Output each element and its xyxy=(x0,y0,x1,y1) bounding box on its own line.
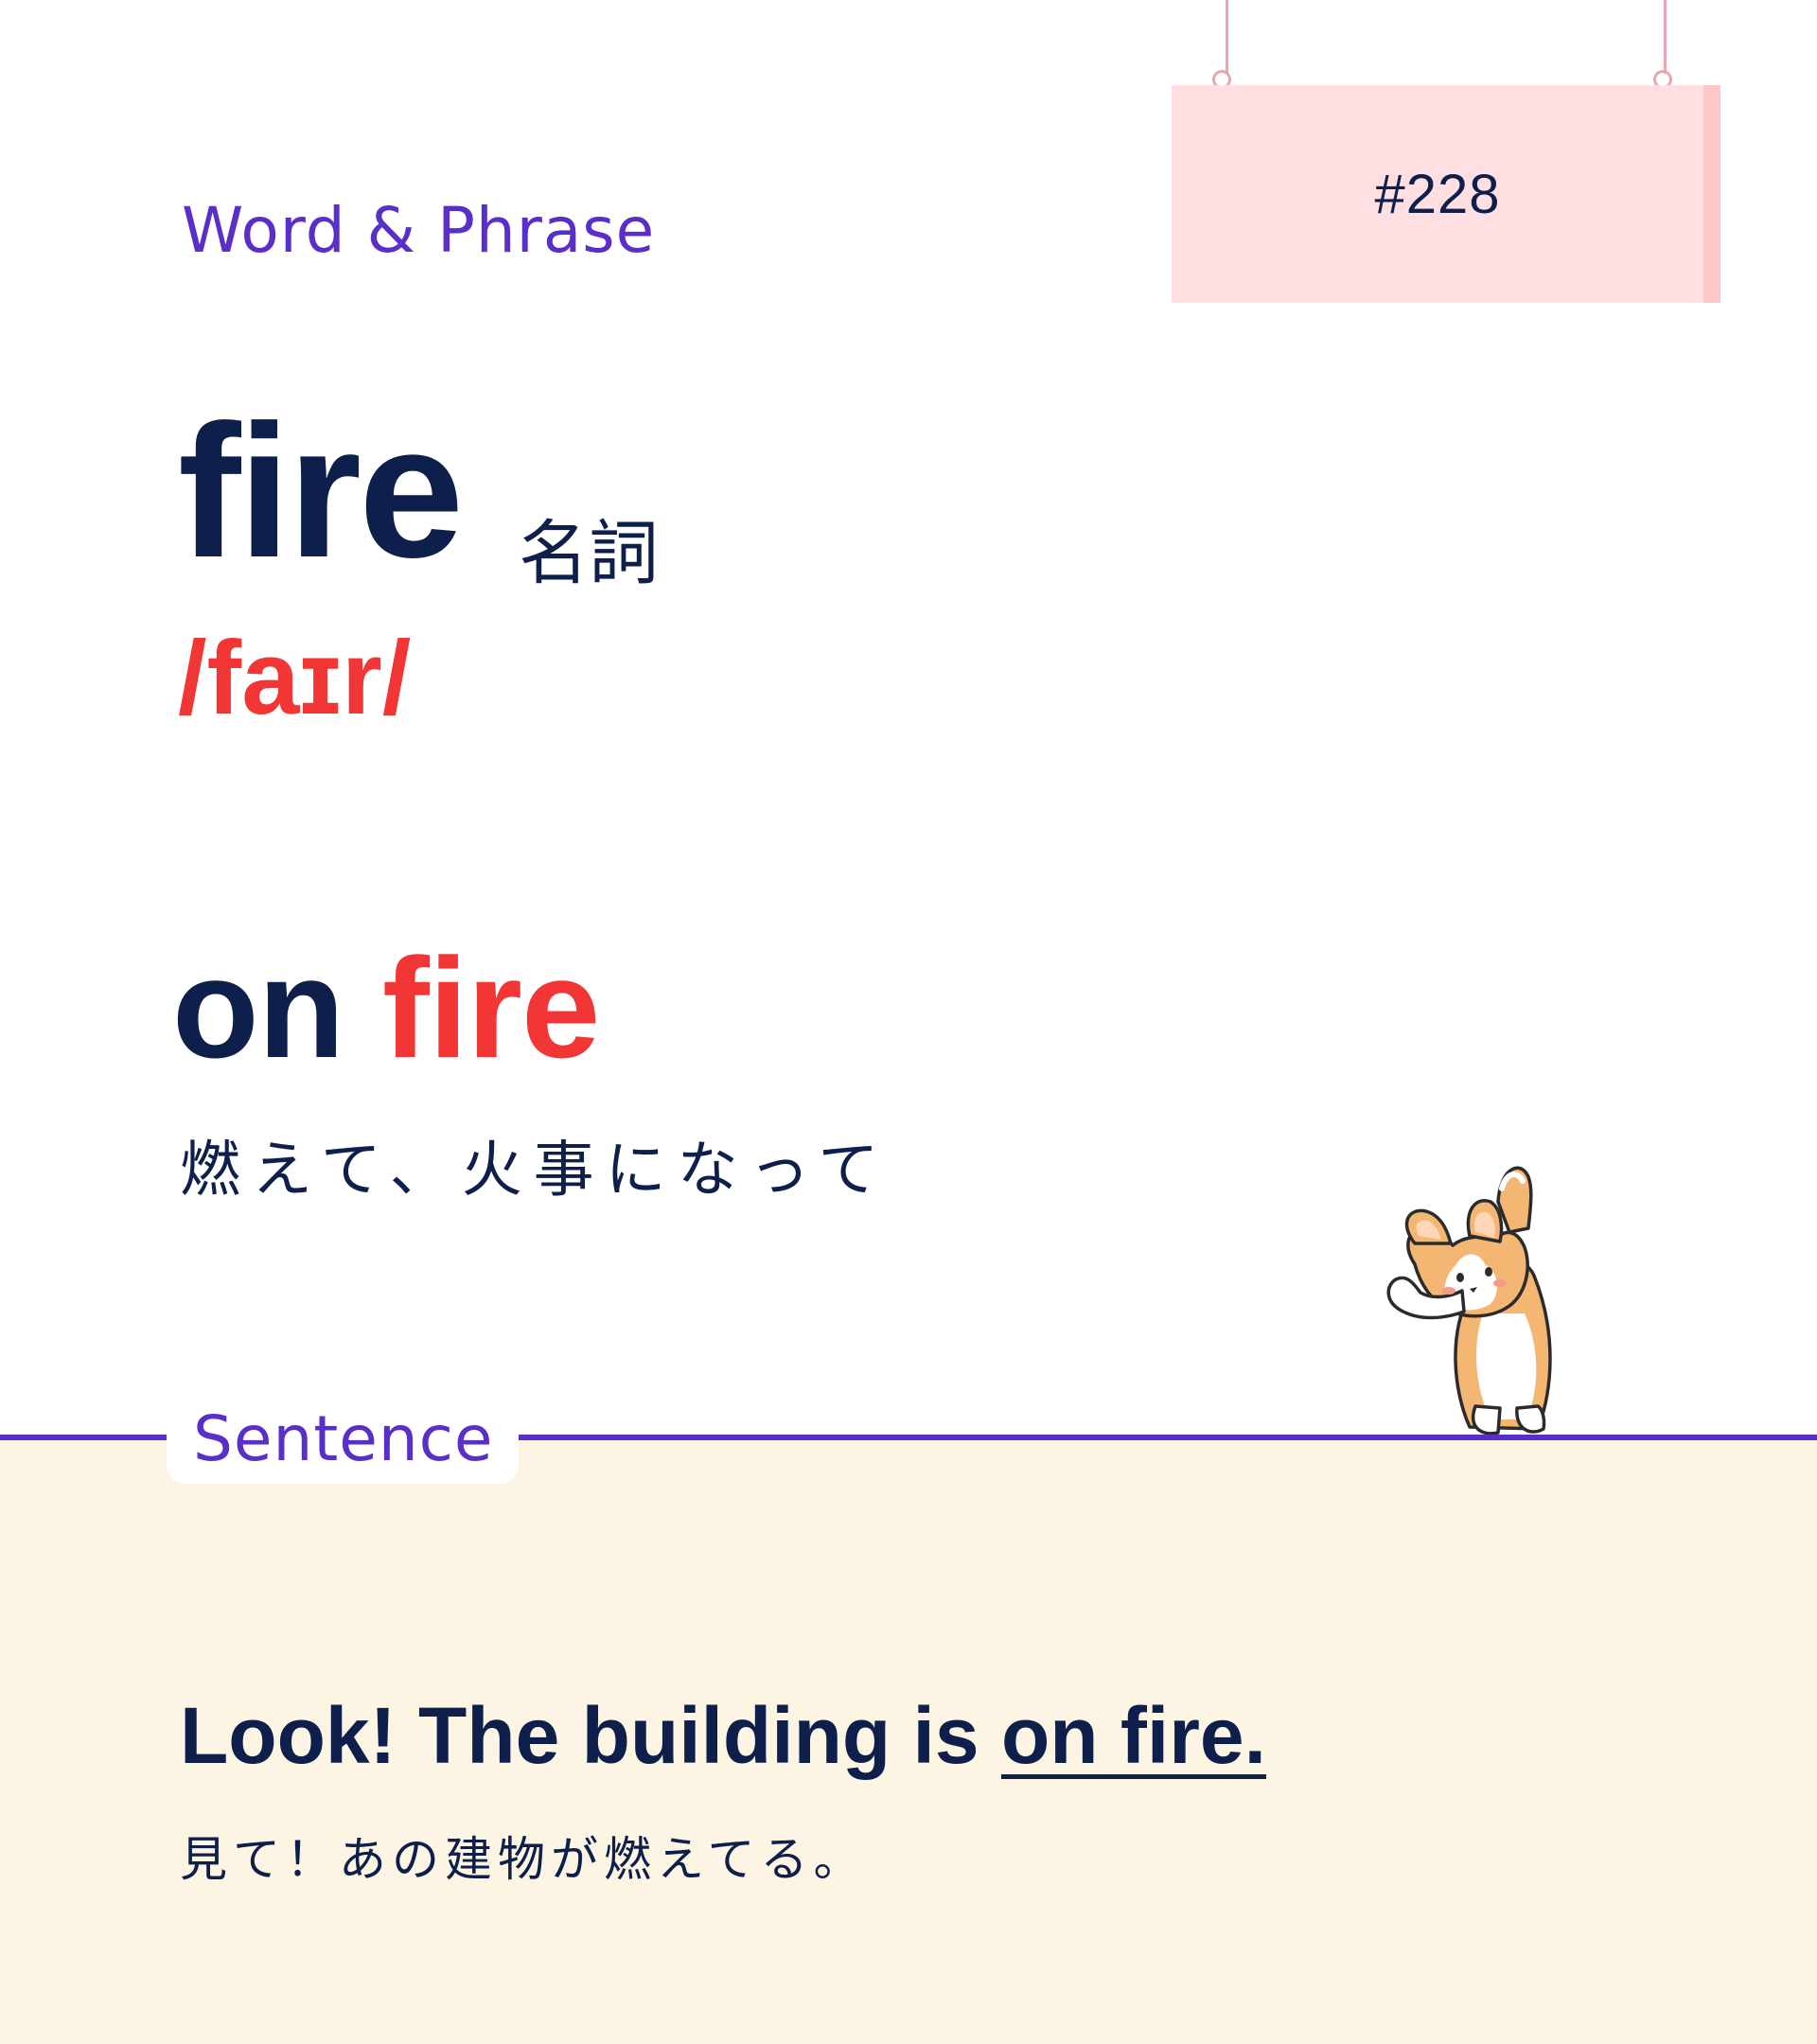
entry-number: #228 xyxy=(1374,163,1501,225)
part-of-speech: 名詞 xyxy=(519,513,659,594)
sentence-prefix: Look! The building is xyxy=(180,1691,1001,1780)
phrase-prefix: on xyxy=(172,928,382,1087)
headword: fire xyxy=(178,386,464,597)
phrase-highlight: fire xyxy=(381,928,600,1087)
corgi-illustration xyxy=(1386,1166,1552,1436)
sentence-highlight: on fire. xyxy=(1000,1691,1266,1780)
sign-edge xyxy=(1703,85,1720,303)
number-sign: #228 xyxy=(1172,85,1703,303)
section-label: Sentence xyxy=(193,1402,494,1475)
sign-cord-left xyxy=(1226,0,1228,74)
phrase-translation: 燃えて、火事になって xyxy=(180,1136,891,1206)
sentence-translation: 見て！あの建物が燃えてる。 xyxy=(180,1832,867,1887)
sign-cord-right xyxy=(1664,0,1667,74)
phrase: on fire xyxy=(172,937,600,1079)
example-sentence: Look! The building is on fire. xyxy=(180,1696,1266,1775)
pronunciation: /faɪr/ xyxy=(178,620,412,736)
category-heading: Word & Phrase xyxy=(182,194,656,267)
